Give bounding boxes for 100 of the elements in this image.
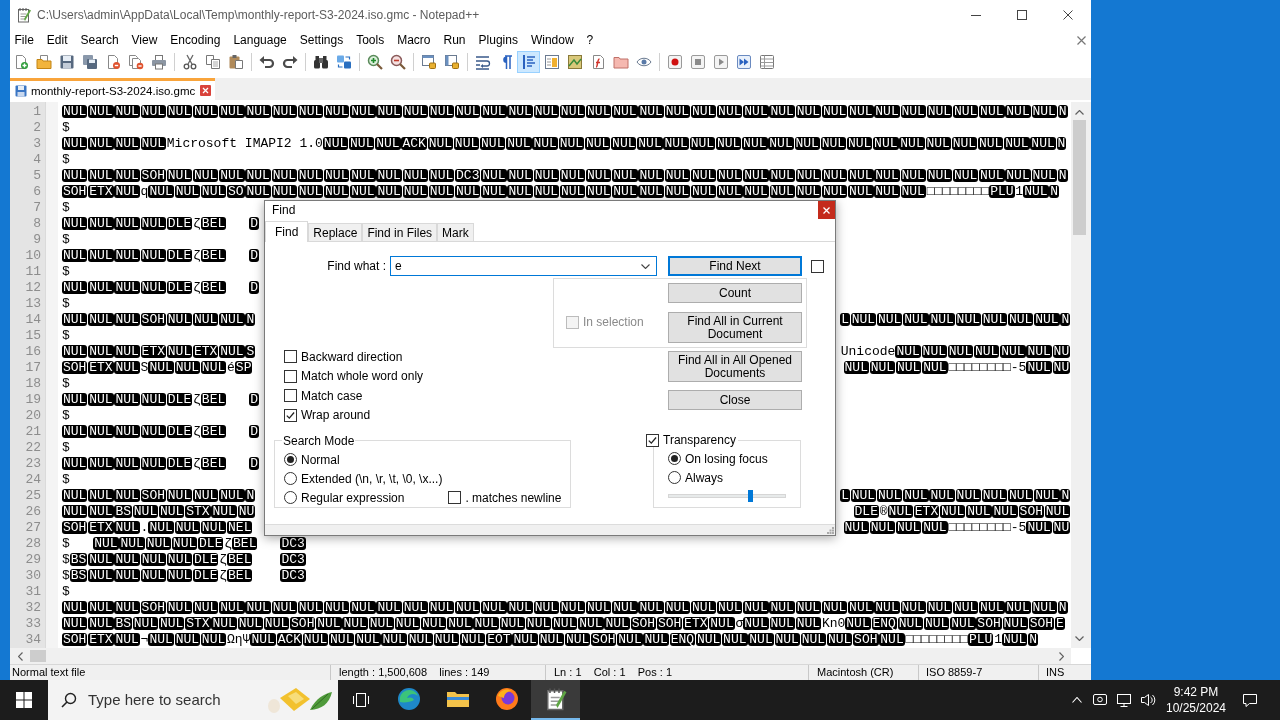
find-what-input[interactable]: e [391, 257, 641, 275]
dialog-tab[interactable]: Replace [308, 223, 363, 241]
zoom-out-icon [389, 54, 406, 70]
code-text: NUL NUL NUL ETX NUL ETX NUL S [62, 344, 257, 360]
dialog-tab[interactable]: Find [265, 221, 309, 242]
code-text: SOH ETX NUL SNUL NUL NUL éSP [62, 360, 254, 376]
menu-item[interactable]: Tools [349, 31, 391, 49]
count-button[interactable]: Count [668, 283, 802, 303]
radio-button[interactable] [668, 452, 681, 465]
record-icon [666, 54, 683, 70]
checkbox-label[interactable]: Match whole word only [301, 367, 424, 386]
close-dialog-button[interactable]: Close [668, 390, 802, 410]
checkbox-label[interactable]: Transparency [663, 431, 736, 449]
menu-item[interactable]: Search [74, 31, 126, 49]
line-number: 22 [24, 440, 41, 456]
menu-item[interactable]: File [8, 31, 41, 49]
camera-icon [1092, 692, 1108, 708]
document-tab[interactable]: monthly-report-S3-2024.iso.gmc [10, 78, 216, 100]
code-text: $BS NUL NUL NUL NUL DLE ζBEL DC3 [62, 552, 307, 568]
radio-label[interactable]: Always [685, 468, 723, 487]
checkbox[interactable] [284, 389, 297, 403]
checkbox[interactable] [811, 259, 824, 273]
code-text: L NUL NUL NUL NUL NUL NUL NUL NUL N [840, 488, 1071, 504]
line-number: 14 [24, 312, 41, 328]
radio-label[interactable]: On losing focus [685, 449, 768, 468]
radio-button[interactable] [284, 491, 297, 504]
close-button[interactable] [818, 201, 835, 219]
line-number: 2 [32, 120, 41, 136]
radio-button[interactable] [284, 472, 297, 485]
radio-label[interactable]: Normal [301, 450, 340, 469]
close-icon[interactable] [1077, 35, 1086, 45]
horizontal-scrollbar[interactable] [10, 648, 1071, 664]
menu-item[interactable]: Settings [293, 31, 350, 49]
menu-item[interactable]: Language [226, 31, 294, 49]
taskbar-button[interactable] [531, 680, 580, 720]
chevron-down-icon[interactable] [1075, 636, 1084, 641]
checkbox[interactable] [284, 408, 297, 422]
undo-icon [258, 54, 275, 70]
chevron-left-icon[interactable] [18, 651, 23, 661]
line-number: 15 [24, 328, 41, 344]
code-text: NUL NUL NUL NULMicrosoft IMAPI2 1.0NUL NUL NUL ACK NUL NUL NUL NUL NUL NUL NUL NUL NUL NUL NUL NUL NUL NUL NUL NUL NUL NUL NUL NUL NUL NUL NUL NUL N [62, 136, 1068, 152]
code-text: $ [62, 408, 70, 424]
close-icon [1063, 10, 1073, 20]
search-box[interactable]: Type here to search [48, 680, 338, 720]
dialog-tab[interactable]: Mark [437, 223, 474, 241]
chevron-down-icon [641, 263, 650, 269]
scrollbar-thumb[interactable] [30, 650, 46, 662]
dialog-tab[interactable]: Find in Files [362, 223, 438, 241]
search-input[interactable]: Type here to search [88, 688, 266, 712]
status-text: length : 1,500,608 lines : 149 [339, 666, 490, 679]
line-number: 4 [32, 152, 41, 168]
slider-thumb[interactable] [747, 490, 753, 502]
close-icon[interactable] [200, 85, 212, 96]
code-text: $ [62, 200, 70, 216]
menu-item[interactable]: Encoding [163, 31, 227, 49]
find-all-current-button[interactable]: Find All in Current Document [668, 312, 802, 343]
find-next-button[interactable]: Find Next [668, 256, 802, 276]
status-text: INS [1046, 666, 1065, 679]
chevron-up-icon [1072, 697, 1082, 703]
line-number: 21 [24, 424, 41, 440]
menu-item[interactable]: ? [580, 31, 600, 49]
save-all-icon [81, 54, 98, 70]
code-text: NUL NUL NUL SOH NUL NUL NUL NUL NUL NUL NUL NUL NUL NUL NUL DC3 NUL NUL NUL NUL NUL NUL NUL NUL NUL NUL NUL NUL NUL NUL NUL NUL NUL NUL NUL NUL NUL NUL N [62, 168, 1069, 184]
browser-icon [494, 687, 519, 711]
menu-item[interactable]: Edit [40, 31, 75, 49]
play-icon [712, 54, 729, 70]
radio-button[interactable] [284, 453, 297, 466]
checkbox-label[interactable]: Backward direction [301, 347, 403, 366]
scrollbar-thumb[interactable] [1073, 120, 1086, 235]
checkbox-label[interactable]: Match case [301, 386, 363, 405]
checkbox[interactable] [448, 491, 462, 504]
line-number: 10 [24, 248, 41, 264]
radio-label[interactable]: Regular expression [301, 488, 405, 507]
menu-item[interactable]: View [125, 31, 164, 49]
line-number: 7 [32, 200, 41, 216]
close-icon [823, 206, 830, 214]
code-text: $BS NUL NUL NUL NUL DLE ζBEL DC3 [62, 568, 307, 584]
find-all-opened-button[interactable]: Find All in All Opened Documents [668, 351, 802, 382]
checkbox-label[interactable]: Wrap around [301, 406, 371, 425]
clock-date[interactable]: 10/25/2024 [1165, 700, 1227, 716]
status-text: ISO 8859-7 [926, 666, 983, 679]
chevron-up-icon[interactable] [1075, 110, 1084, 115]
radio-button[interactable] [668, 471, 681, 484]
code-text: NUL NUL NUL NUL DLE ζBEL D [62, 456, 260, 472]
clock-time[interactable]: 9:42 PM [1173, 684, 1219, 700]
chevron-right-icon[interactable] [1059, 651, 1064, 661]
checkbox[interactable] [646, 433, 659, 447]
field-label: Find what : [327, 258, 386, 275]
replace-icon [335, 54, 352, 70]
menu-item[interactable]: Window [524, 31, 581, 49]
checkbox-label[interactable]: . matches newline [465, 488, 562, 507]
checkbox[interactable] [284, 350, 297, 364]
menu-item[interactable]: Macro [390, 31, 437, 49]
checkbox[interactable] [284, 369, 297, 383]
menu-item[interactable]: Run [437, 31, 473, 49]
menu-item[interactable]: Plugins [472, 31, 525, 49]
radio-label[interactable]: Extended (\n, \r, \t, \0, \x...) [301, 469, 443, 488]
find-what-combobox[interactable]: e [390, 256, 657, 276]
code-text: $ NUL NUL NUL NUL DLE ζBEL DC3 [62, 536, 307, 552]
code-text: $ [62, 440, 70, 456]
